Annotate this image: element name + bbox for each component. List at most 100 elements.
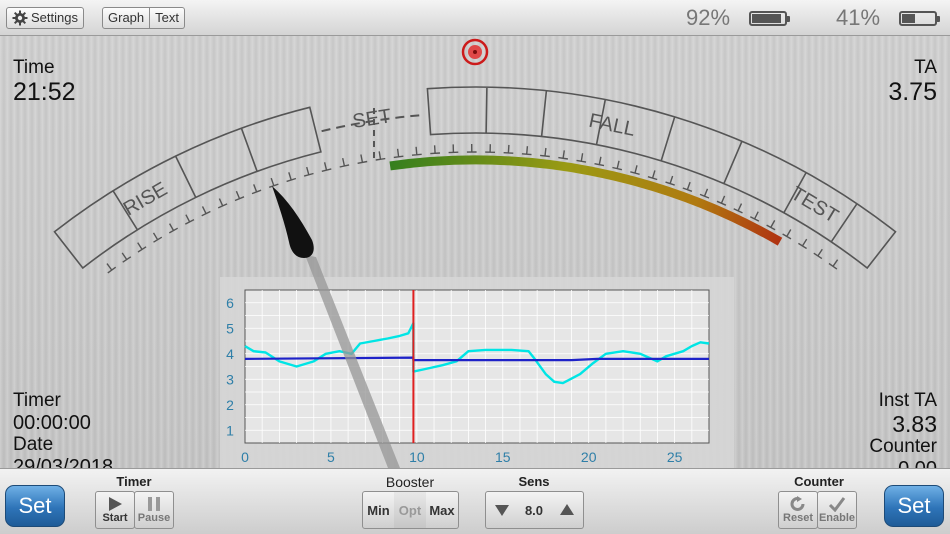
time-value: 21:52	[13, 78, 76, 106]
x-tick-label: 0	[241, 449, 249, 465]
time-label: Time	[13, 57, 55, 78]
timer-readout: Timer 00:00:00 Date 29/03/2018	[13, 390, 113, 478]
graph-panel: 1 2 3 4 5 6 0 5 10 15 20 25	[220, 277, 734, 468]
scale-tick	[594, 156, 605, 167]
y-tick-label: 4	[226, 346, 234, 362]
timer-group-title: Timer	[116, 474, 152, 489]
scale-tick	[375, 151, 386, 161]
x-tick-label: 20	[581, 449, 597, 465]
scale-tick	[168, 223, 179, 234]
scale-tick	[268, 177, 279, 188]
scale-tick	[699, 188, 710, 199]
inst-ta-value: 3.83	[892, 411, 937, 437]
y-tick-labels: 1 2 3 4 5 6	[226, 295, 234, 439]
reset-button[interactable]: Reset	[778, 491, 818, 529]
pause-button[interactable]: Pause	[134, 491, 174, 529]
scale-tick	[647, 170, 658, 181]
scale-tick	[630, 165, 640, 175]
x-tick-label: 10	[409, 449, 425, 465]
scale-tick	[357, 154, 368, 164]
ta-value: 3.75	[888, 78, 937, 106]
scale-tick	[184, 214, 195, 225]
scale-tick	[321, 162, 332, 172]
y-tick-label: 1	[226, 422, 234, 438]
reset-label: Reset	[783, 512, 813, 524]
reset-icon	[790, 496, 805, 511]
scale-tick	[485, 144, 496, 153]
inst-ta-label: Inst TA	[878, 390, 937, 411]
set-left-button[interactable]: Set	[5, 485, 65, 527]
scale-tick	[558, 150, 569, 160]
counter-label: Counter	[869, 436, 937, 457]
scale-tick	[733, 203, 743, 214]
pause-label: Pause	[137, 512, 171, 524]
x-tick-label: 25	[667, 449, 683, 465]
y-tick-label: 3	[226, 371, 234, 387]
sens-increase-button[interactable]	[551, 491, 584, 529]
scale-tick	[612, 160, 623, 171]
ta-readout: TA 3.75	[888, 57, 937, 106]
scale-tick	[766, 220, 776, 231]
app-window: Settings Graph Text 92% 41% RISE SET FAL…	[0, 0, 950, 534]
scale-tick	[303, 166, 314, 177]
x-tick-labels: 0 5 10 15 20 25	[241, 449, 683, 465]
scale-tick	[121, 252, 132, 263]
scale-tick	[798, 238, 808, 250]
scale-tick	[448, 144, 459, 154]
scale-tick	[665, 175, 675, 186]
scale-tick	[137, 242, 147, 253]
start-button[interactable]: Start	[95, 491, 135, 529]
scale-tick	[749, 211, 760, 222]
center-indicator	[461, 38, 489, 66]
scale-tick	[411, 146, 422, 156]
y-tick-label: 5	[226, 320, 234, 336]
scale-tick	[234, 190, 245, 202]
sens-value: 8.0	[517, 491, 552, 529]
scale-tick	[339, 157, 350, 168]
scale-tick	[106, 263, 117, 274]
pause-icon	[148, 497, 160, 511]
scale-tick	[540, 147, 550, 158]
scale-tick	[828, 259, 839, 270]
timer-value: 00:00:00	[13, 412, 91, 434]
x-tick-label: 5	[327, 449, 335, 465]
x-tick-label: 15	[495, 449, 511, 465]
scale-tick	[716, 195, 727, 206]
bottom-toolbar: Set Timer Start Pause Booster Min Opt Ma…	[0, 468, 950, 534]
set-label: SET	[351, 105, 393, 133]
scale-tick	[576, 153, 587, 163]
enable-button[interactable]: Enable	[817, 491, 857, 529]
enable-label: Enable	[818, 512, 856, 524]
timer-label: Timer	[13, 390, 61, 411]
triangle-up-icon	[560, 504, 574, 515]
scale-tick	[466, 143, 477, 153]
sens-decrease-button[interactable]	[485, 491, 518, 529]
scale-tick	[393, 148, 404, 159]
counter-group-title: Counter	[794, 474, 844, 489]
scale-tick	[813, 248, 823, 260]
checkmark-icon	[828, 497, 846, 512]
ta-label: TA	[914, 57, 937, 78]
sens-group-title: Sens	[518, 474, 550, 489]
y-tick-label: 2	[226, 397, 234, 413]
scale-tick	[430, 145, 441, 155]
scale-tick	[152, 232, 163, 243]
start-label: Start	[102, 512, 128, 524]
inst-ta-readout: Inst TA 3.83 Counter 0.00	[869, 390, 937, 480]
scale-tick	[286, 172, 297, 183]
time-readout: Time 21:52	[13, 57, 76, 106]
dial-color-arc	[389, 155, 783, 246]
scale-tick	[251, 184, 262, 195]
set-right-button[interactable]: Set	[884, 485, 944, 527]
scale-tick	[201, 206, 211, 217]
scale-tick	[521, 146, 532, 156]
play-icon	[109, 497, 122, 511]
booster-max-button[interactable]: Max	[426, 491, 459, 529]
booster-opt-button[interactable]: Opt	[394, 491, 427, 529]
ta-graph: 1 2 3 4 5 6 0 5 10 15 20 25	[226, 289, 710, 465]
scale-tick	[782, 229, 792, 240]
fall-label: FALL	[587, 110, 637, 141]
booster-min-button[interactable]: Min	[362, 491, 395, 529]
booster-group-title: Booster	[385, 474, 435, 490]
triangle-down-icon	[494, 505, 509, 516]
